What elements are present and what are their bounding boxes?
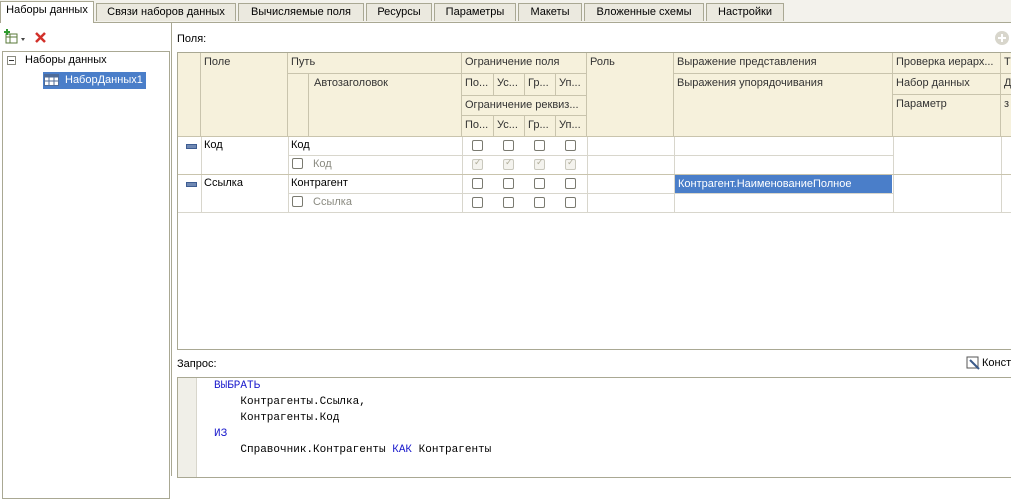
datasets-panel: Наборы данных НаборДанных1 [0,23,172,499]
fields-table: Поле Путь Автозаголовок Ограничение поля… [177,52,1011,350]
tab-bar: Наборы данных Связи наборов данных Вычис… [0,0,1011,23]
header-restr-3[interactable]: Гр... [525,74,556,96]
tab-parameters[interactable]: Параметры [434,3,516,21]
query-line: ВЫБРАТЬ [214,380,261,392]
query-gutter [178,378,197,477]
add-field-button[interactable] [995,31,1009,45]
tab-settings[interactable]: Настройки [706,3,784,21]
attr-checkbox-1[interactable] [472,197,483,208]
attr-checkbox-4 [565,157,576,170]
autotitle-checkbox[interactable] [292,158,303,169]
header-restr-1[interactable]: По... [462,74,494,96]
restr-checkbox-3[interactable] [534,178,545,189]
query-label: Запрос: [177,358,217,370]
table-icon [44,74,59,86]
header-col-d[interactable]: Д [1001,74,1011,95]
tab-layouts[interactable]: Макеты [518,3,582,21]
header-presentation-expr[interactable]: Выражение представления [674,53,893,74]
tab-nested-schemas[interactable]: Вложенные схемы [584,3,704,21]
add-dataset-icon [4,29,25,44]
header-marker [178,53,201,137]
header-ordering-expr[interactable]: Выражения упорядочивания [674,74,893,137]
restr-checkbox-1[interactable] [472,140,483,151]
cell-autotitle[interactable]: Ссылка [310,196,352,208]
fields-label: Поля: [177,33,207,45]
header-field[interactable]: Поле [201,53,288,137]
constructor-icon [966,356,980,370]
header-restr-4[interactable]: Уп... [556,74,587,96]
attr-checkbox-4[interactable] [565,197,576,208]
restr-checkbox-4[interactable] [565,140,576,151]
cell-presentation-selected[interactable]: Контрагент.НаименованиеПолное [675,175,892,193]
query-line: Контрагенты.Код [214,412,340,424]
header-parameter[interactable]: Параметр [893,95,1001,137]
header-attr-3[interactable]: Гр... [525,116,556,137]
row-marker-icon [186,144,197,149]
header-autotitle[interactable]: Автозаголовок [314,77,388,89]
tab-resources[interactable]: Ресурсы [366,3,432,21]
header-attr-1[interactable]: По... [462,116,494,137]
cell-path[interactable]: Код [288,139,310,151]
delete-button[interactable] [34,31,52,49]
header-path[interactable]: Путь [288,53,462,74]
restr-checkbox-4[interactable] [565,178,576,189]
query-constructor-label: Конст [982,356,1011,369]
tree-root[interactable]: Наборы данных [25,54,107,66]
restr-checkbox-2[interactable] [503,178,514,189]
datasets-tree: Наборы данных НаборДанных1 [2,51,170,499]
query-text: Контрагенты [412,444,492,456]
tree-item-label: НаборДанных1 [65,74,143,86]
plus-icon [998,34,1006,42]
header-hierarchy-check[interactable]: Проверка иерарх... [893,53,1001,74]
tab-calculated-fields[interactable]: Вычисляемые поля [238,3,364,21]
tab-datasets[interactable]: Наборы данных [0,1,94,23]
cell-path[interactable]: Контрагент [288,177,348,189]
header-attr-4[interactable]: Уп... [556,116,587,137]
header-field-restriction[interactable]: Ограничение поля [462,53,587,74]
header-attr-2[interactable]: Ус... [494,116,525,137]
cell-autotitle[interactable]: Код [310,158,332,170]
query-text: Справочник.Контрагенты [214,444,393,456]
add-dataset-button[interactable] [3,29,25,47]
header-autotitle-area: Автозаголовок [288,74,462,137]
cell-field[interactable]: Ссылка [201,177,243,189]
query-line: ИЗ [214,428,228,440]
autotitle-checkbox[interactable] [292,196,303,207]
header-col-z[interactable]: з [1001,95,1011,137]
query-editor[interactable]: ВЫБРАТЬ Контрагенты.Ссылка, Контрагенты.… [177,377,1011,478]
header-col-t[interactable]: Т [1001,53,1011,74]
delete-icon [35,32,46,43]
header-role[interactable]: Роль [587,53,674,137]
collapse-icon[interactable] [7,56,16,65]
query-line: Контрагенты.Ссылка, [214,396,366,408]
attr-checkbox-1 [472,157,483,170]
query-constructor-button[interactable]: Конст [966,356,1011,370]
query-line: Справочник.Контрагенты КАК Контрагенты [214,444,491,456]
attr-checkbox-2[interactable] [503,197,514,208]
header-attr-restriction[interactable]: Ограничение реквиз... [462,96,587,116]
row-marker-icon [186,182,197,187]
header-restr-2[interactable]: Ус... [494,74,525,96]
tab-dataset-links[interactable]: Связи наборов данных [96,3,236,21]
tree-item-dataset1[interactable]: НаборДанных1 [43,72,146,89]
query-keyword: КАК [392,444,413,456]
attr-checkbox-3 [534,157,545,170]
restr-checkbox-3[interactable] [534,140,545,151]
restr-checkbox-2[interactable] [503,140,514,151]
attr-checkbox-3[interactable] [534,197,545,208]
attr-checkbox-2 [503,157,514,170]
header-dataset[interactable]: Набор данных [893,74,1001,95]
restr-checkbox-1[interactable] [472,178,483,189]
cell-field[interactable]: Код [201,139,223,151]
